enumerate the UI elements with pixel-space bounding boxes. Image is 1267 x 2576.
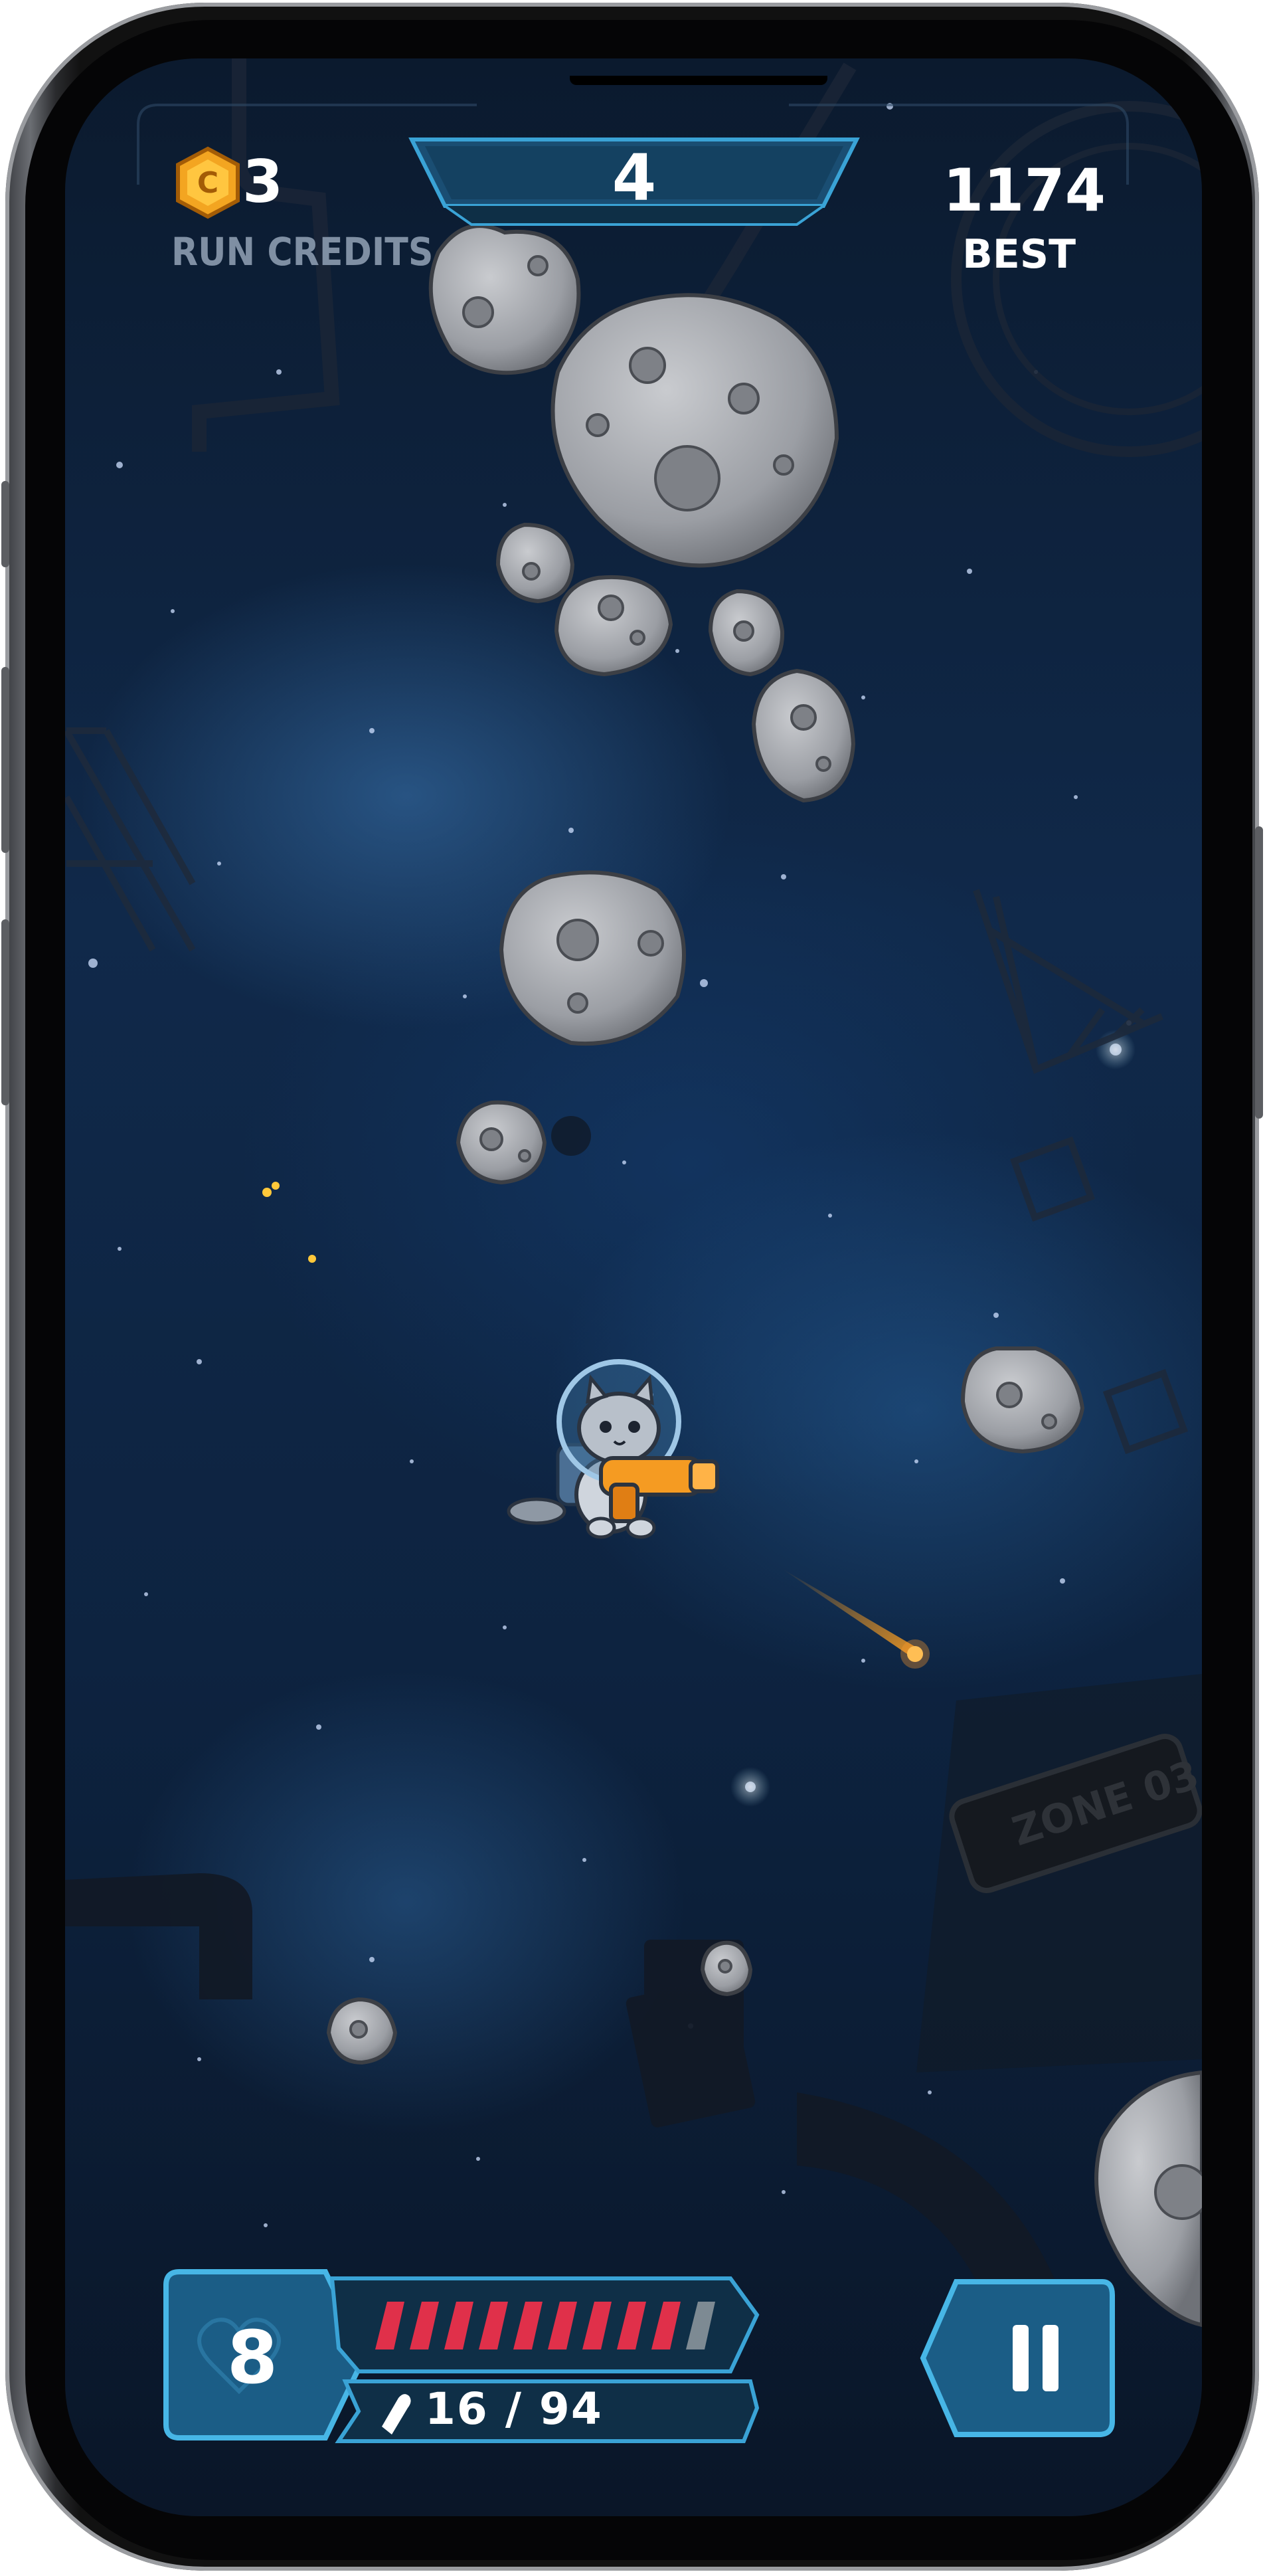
coin-icon: C xyxy=(176,146,240,219)
pipes-bottom xyxy=(65,1674,1202,2325)
ammo-count: 16 / 94 xyxy=(425,2383,603,2435)
svg-text:C: C xyxy=(197,166,218,200)
score-value: 4 xyxy=(612,141,657,215)
truss-left xyxy=(65,727,196,952)
pause-button[interactable] xyxy=(916,2275,1116,2441)
run-credits-value: 3 xyxy=(242,147,284,216)
player-cat xyxy=(507,1359,719,1539)
best-score-value: 1174 xyxy=(943,156,1106,225)
run-credits-label: RUN CREDITS xyxy=(171,229,434,274)
lives-count: 8 xyxy=(226,2315,278,2400)
sparks xyxy=(262,1182,316,1263)
projectile xyxy=(780,1568,930,1669)
best-score-label: BEST xyxy=(962,231,1076,278)
game-world xyxy=(65,58,1202,2328)
